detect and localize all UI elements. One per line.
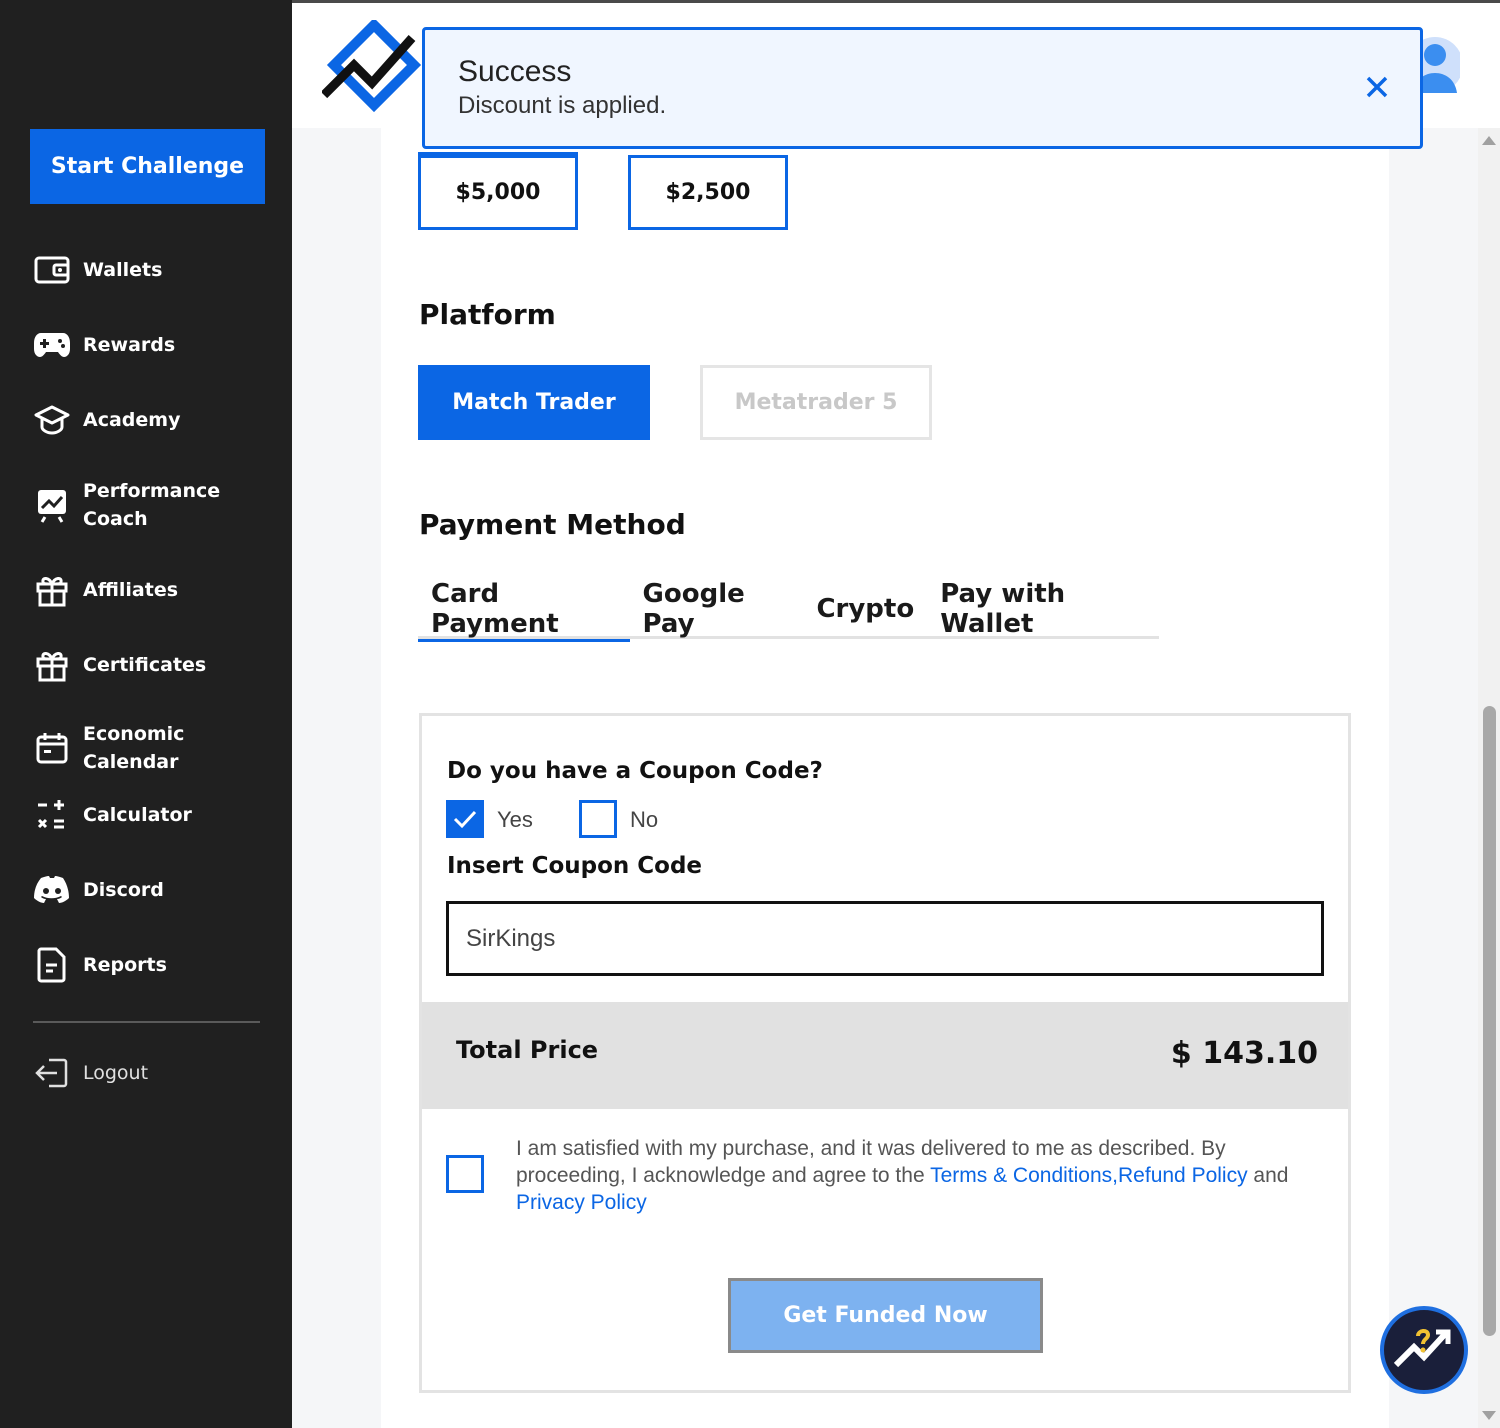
platform-title: Platform [419,298,556,331]
coupon-code-input[interactable] [446,901,1324,976]
sidebar-item-label: Calculator [83,804,192,826]
chart-coach-icon [32,485,72,525]
terms-conditions-link[interactable]: Terms & Conditions [930,1164,1112,1187]
scrollbar-thumb[interactable] [1483,706,1496,1336]
payment-tabs: Card Payment Google Pay Crypto Pay with … [418,578,1159,642]
sidebar-item-label: Affiliates [83,579,179,601]
total-price-value: $ 143.10 [1170,1036,1318,1071]
refund-policy-link[interactable]: Refund Policy [1118,1164,1248,1187]
sidebar-item-label: Certificates [83,654,207,676]
scroll-down-arrow-icon[interactable] [1482,1411,1496,1420]
sidebar-item-label: Discord [83,879,164,901]
sidebar-item-affiliates[interactable]: Affiliates [32,570,272,610]
sidebar-item-academy[interactable]: Academy [32,400,272,440]
logout-button[interactable]: Logout [32,1053,272,1093]
sidebar-item-discord[interactable]: Discord [32,870,272,910]
sidebar-item-economic-calendar[interactable]: Economic Calendar [32,720,272,776]
agreement-text: I am satisfied with my purchase, and it … [516,1135,1316,1216]
coupon-question: Do you have a Coupon Code? [447,758,823,784]
sidebar-item-reports[interactable]: Reports [32,945,272,985]
toast-message: Discount is applied. [458,92,667,119]
sidebar-item-label: Wallets [83,259,163,281]
agreement-and: and [1247,1164,1289,1187]
get-funded-now-button[interactable]: Get Funded Now [728,1278,1043,1353]
tab-google-pay[interactable]: Google Pay [630,578,804,639]
logout-icon [32,1053,72,1093]
coupon-no-checkbox[interactable] [579,800,617,838]
discord-icon [32,870,72,910]
tab-card-payment[interactable]: Card Payment [418,578,630,642]
sidebar-item-label: Academy [83,409,181,431]
graduation-cap-icon [32,400,72,440]
sidebar-item-label: Performance Coach [83,480,221,530]
report-icon [32,945,72,985]
gamepad-icon [32,325,72,365]
sidebar-item-rewards[interactable]: Rewards [32,325,272,365]
platform-metatrader5-button[interactable]: Metatrader 5 [700,365,932,440]
calculator-icon [32,795,72,835]
gift-icon [32,645,72,685]
payment-method-title: Payment Method [419,508,686,541]
amount-option-5000[interactable]: $5,000 [418,155,578,230]
start-challenge-button[interactable]: Start Challenge [30,129,265,204]
sidebar-item-wallets[interactable]: Wallets [32,250,272,290]
gift-icon [32,570,72,610]
help-logo-icon [1393,1329,1451,1368]
tab-crypto[interactable]: Crypto [803,578,927,639]
sidebar-item-label: Economic Calendar [83,723,185,773]
amount-option-2500[interactable]: $2,500 [628,155,788,230]
sidebar-item-label: Reports [83,954,167,976]
close-icon[interactable] [1362,72,1392,102]
toast-title: Success [458,55,572,88]
help-chat-button[interactable] [1380,1306,1468,1394]
total-price-label: Total Price [456,1036,599,1064]
checkmark-icon [453,810,477,829]
logout-label: Logout [83,1062,149,1084]
sidebar-item-label: Rewards [83,334,176,356]
coupon-yes-label: Yes [497,807,533,832]
sidebar: Start Challenge Wallets Rewards Academy … [0,0,292,1428]
coupon-no-label: No [630,807,659,832]
sidebar-item-certificates[interactable]: Certificates [32,645,272,685]
sidebar-item-performance-coach[interactable]: Performance Coach [32,477,272,533]
brand-logo[interactable] [322,20,432,115]
sidebar-item-calculator[interactable]: Calculator [32,795,272,835]
tab-pay-with-wallet[interactable]: Pay with Wallet [927,578,1159,639]
success-toast: Success Discount is applied. [422,27,1423,149]
privacy-policy-link[interactable]: Privacy Policy [516,1191,647,1214]
scroll-up-arrow-icon[interactable] [1482,136,1496,145]
insert-coupon-label: Insert Coupon Code [447,853,703,879]
coupon-yes-checkbox[interactable] [446,800,484,838]
platform-match-trader-button[interactable]: Match Trader [418,365,650,440]
agreement-checkbox[interactable] [446,1155,484,1193]
calendar-icon [32,728,72,768]
sidebar-divider [33,1021,260,1023]
wallet-icon [32,250,72,290]
